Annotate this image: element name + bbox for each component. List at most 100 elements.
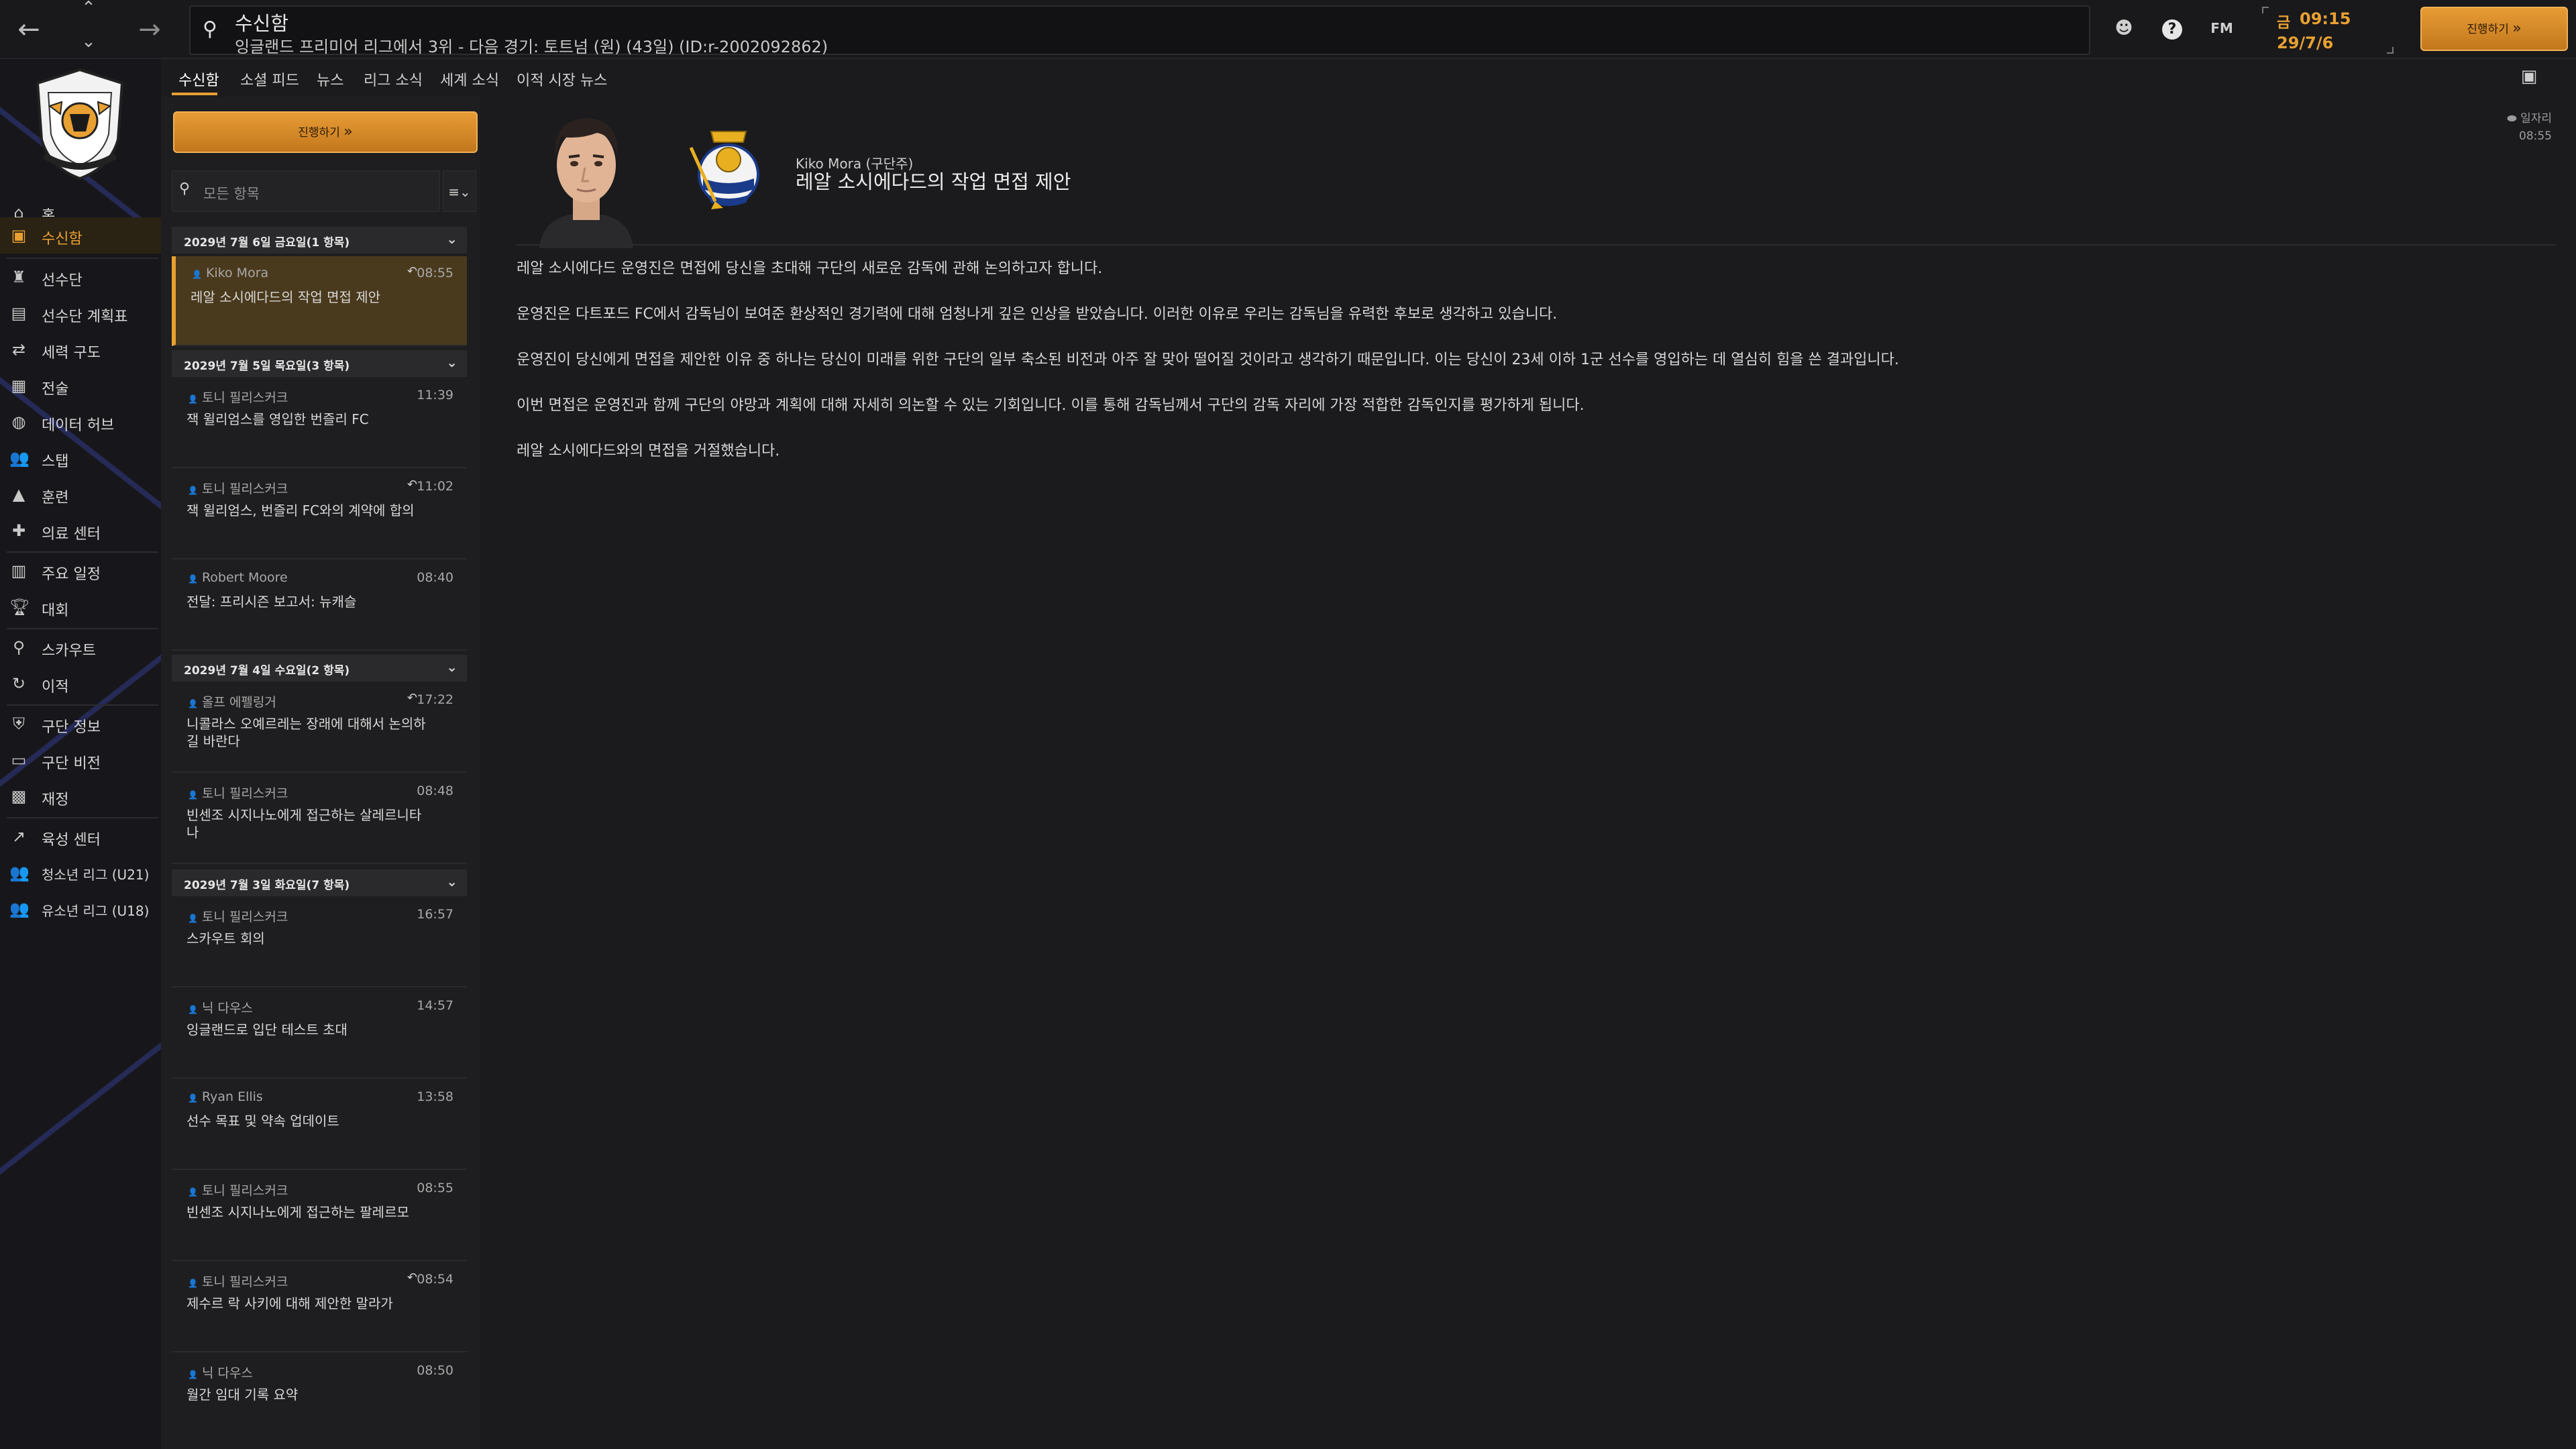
message-time: 11:02 bbox=[417, 479, 453, 494]
sidebar-item-inbox[interactable]: ▣ 수신함 bbox=[0, 217, 161, 254]
message-item[interactable]: 닉 다우스 08:50 월간 임대 기록 요약 bbox=[172, 1354, 467, 1444]
sidebar-item-label: 선수단 bbox=[42, 272, 83, 289]
mail-meta: ⬬ 일자리 08:55 bbox=[2507, 110, 2552, 145]
sidebar-item-label: 의료 센터 bbox=[42, 526, 101, 543]
message-sender: 토니 필리스커크 bbox=[188, 784, 288, 802]
continue-button[interactable]: 진행하기 » bbox=[2420, 7, 2568, 51]
message-time: 08:50 bbox=[417, 1363, 453, 1378]
filter-input[interactable]: ⚲ 모든 항목 bbox=[172, 170, 440, 212]
inbox-tabs: 수신함 소셜 피드 뉴스 리그 소식 세계 소식 이적 시장 뉴스 ▣ bbox=[161, 59, 2576, 97]
tab-transfer-news[interactable]: 이적 시장 뉴스 bbox=[517, 68, 607, 90]
reply-icon: ↶ bbox=[407, 264, 417, 278]
date-group-header[interactable]: 2029년 7월 4일 수요일(2 항목) ⌄ bbox=[172, 655, 467, 682]
message-item[interactable]: 토니 필리스커크 08:48 빈센조 시지나노에게 접근하는 살레르니타나 bbox=[172, 774, 467, 864]
sidebar-item-schedule[interactable]: ▥ 주요 일정 bbox=[0, 553, 161, 589]
development-icon: ↗ bbox=[11, 827, 26, 846]
list-continue-button[interactable]: 진행하기 » bbox=[173, 111, 478, 153]
list-options-button[interactable]: ≡⌄ bbox=[443, 170, 476, 212]
message-item[interactable]: 토니 필리스커크 11:39 잭 윌리엄스를 영입한 번즐리 FC bbox=[172, 378, 467, 468]
sidebar-item-finances[interactable]: ▩ 재정 bbox=[0, 778, 161, 814]
sidebar-item-competitions[interactable]: 🏆︎ 대회 bbox=[0, 589, 161, 625]
double-chevron-icon: » bbox=[2512, 20, 2522, 37]
shield-icon: ⛨ bbox=[13, 714, 25, 733]
message-time: 13:58 bbox=[417, 1089, 453, 1104]
tab-world-news[interactable]: 세계 소식 bbox=[440, 68, 499, 90]
sidebar-item-transfers[interactable]: ↻ 이적 bbox=[0, 665, 161, 702]
manager-avatar-icon[interactable]: ☻ bbox=[2110, 15, 2137, 42]
title-search-box[interactable]: ⚲ 수신함 잉글랜드 프리미어 리그에서 3위 - 다음 경기: 토트넘 (원)… bbox=[189, 5, 2090, 56]
training-icon: ▲ bbox=[12, 485, 25, 504]
message-item[interactable]: Kiko Mora ↶ 08:55 레알 소시에다드의 작업 면접 제안 bbox=[172, 256, 467, 346]
fm-menu-button[interactable]: FM bbox=[2206, 15, 2238, 42]
hierarchy-icon: ⇄ bbox=[11, 340, 26, 359]
sidebar-item-data-hub[interactable]: ◍ 데이터 허브 bbox=[0, 404, 161, 440]
sidebar-item-club-info[interactable]: ⛨ 구단 정보 bbox=[0, 706, 161, 742]
sidebar-item-u18[interactable]: 👥 유소년 리그 (U18) bbox=[0, 891, 161, 927]
message-item[interactable]: 올프 에펠링거 ↶ 17:22 니콜라스 오예르레는 장래에 대해서 논의하길 … bbox=[172, 683, 467, 773]
message-sender: 올프 에펠링거 bbox=[188, 692, 276, 710]
message-subject: 월간 임대 기록 요약 bbox=[186, 1387, 299, 1403]
tab-inbox[interactable]: 수신함 bbox=[178, 68, 219, 90]
message-sender: Ryan Ellis bbox=[188, 1089, 263, 1104]
message-item[interactable]: 토니 필리스커크 ↶ 08:54 제수르 락 사키에 대해 제안한 말라가 bbox=[172, 1263, 467, 1352]
sidebar-item-label: 수신함 bbox=[42, 231, 83, 248]
sidebar-item-tactics[interactable]: ▦ 전술 bbox=[0, 368, 161, 404]
mail-paragraph: 운영진은 다트포드 FC에서 감독님이 보여준 환상적인 경기력에 대해 엄청나… bbox=[517, 306, 1558, 323]
tab-social-feed[interactable]: 소셜 피드 bbox=[240, 68, 299, 90]
page-title: 수신함 bbox=[235, 12, 289, 35]
date-group-header[interactable]: 2029년 7월 3일 화요일(7 항목) ⌄ bbox=[172, 869, 467, 896]
chevron-down-icon: ⌄ bbox=[446, 231, 458, 247]
sidebar-item-dynamics[interactable]: ⇄ 세력 구도 bbox=[0, 331, 161, 368]
continue-label: 진행하기 bbox=[298, 126, 340, 140]
day-label: 금 bbox=[2277, 15, 2291, 32]
reply-icon: ↶ bbox=[407, 691, 417, 705]
message-item[interactable]: 토니 필리스커크 16:57 스카우트 회의 bbox=[172, 898, 467, 987]
back-arrow-icon[interactable]: ← bbox=[12, 0, 46, 59]
club-crest-logo[interactable] bbox=[30, 67, 130, 181]
active-tab-indicator bbox=[172, 93, 217, 95]
chevron-down-icon: ⌄ bbox=[446, 873, 458, 890]
sidebar-item-label: 청소년 리그 (U21) bbox=[42, 867, 150, 883]
sidebar-item-squad-planner[interactable]: ▤ 선수단 계획표 bbox=[0, 295, 161, 331]
mail-paragraph: 이번 면접은 운영진과 함께 구단의 야망과 계획에 대해 자세히 의논할 수 … bbox=[517, 397, 1585, 414]
mail-category: 일자리 bbox=[2520, 112, 2552, 125]
message-item[interactable]: 토니 필리스커크 08:55 빈센조 시지나노에게 접근하는 팔레르모 bbox=[172, 1171, 467, 1261]
forward-arrow-icon[interactable]: → bbox=[133, 0, 166, 59]
date-group-header[interactable]: 2029년 7월 5일 목요일(3 항목) ⌄ bbox=[172, 350, 467, 377]
sender-portrait[interactable] bbox=[533, 103, 640, 248]
help-icon[interactable]: ? bbox=[2159, 15, 2186, 42]
sidebar-item-dev-centre[interactable]: ↗ 육성 센터 bbox=[0, 818, 161, 855]
message-subject: 잭 윌리엄스를 영입한 번즐리 FC bbox=[186, 411, 369, 427]
real-sociedad-crest-logo[interactable] bbox=[688, 127, 769, 228]
sidebar-item-label: 재정 bbox=[42, 792, 69, 808]
message-sender: 토니 필리스커크 bbox=[188, 388, 288, 406]
sidebar-item-label: 육성 센터 bbox=[42, 832, 101, 849]
corner-decoration bbox=[2262, 7, 2269, 13]
chevron-down-icon[interactable]: ⌄ bbox=[75, 20, 102, 63]
group-header-label: 2029년 7월 4일 수요일(2 항목) bbox=[184, 664, 350, 678]
sidebar-item-u21[interactable]: 👥 청소년 리그 (U21) bbox=[0, 855, 161, 891]
screen-layout-icon[interactable]: ▣ bbox=[2516, 63, 2542, 90]
sidebar-item-squad[interactable]: ♜ 선수단 bbox=[0, 259, 161, 295]
message-item[interactable]: Ryan Ellis 13:58 선수 목표 및 약속 업데이트 bbox=[172, 1080, 467, 1170]
reply-icon: ↶ bbox=[407, 1271, 417, 1285]
tab-league-news[interactable]: 리그 소식 bbox=[364, 68, 423, 90]
message-item[interactable]: Robert Moore 08:40 전달: 프리시즌 보고서: 뉴캐슬 bbox=[172, 561, 467, 651]
message-item[interactable]: 닉 다우스 14:57 잉글랜드로 입단 테스트 초대 bbox=[172, 989, 467, 1079]
message-item[interactable]: 토니 필리스커크 ↶ 11:02 잭 윌리엄스, 번즐리 FC와의 계약에 합의 bbox=[172, 470, 467, 559]
message-subject: 잭 윌리엄스, 번즐리 FC와의 계약에 합의 bbox=[186, 502, 415, 519]
message-subject: 빈센조 시지나노에게 접근하는 팔레르모 bbox=[186, 1204, 409, 1220]
date-group-header[interactable]: 2029년 7월 6일 금요일(1 항목) ⌄ bbox=[172, 227, 467, 254]
sidebar-item-club-vision[interactable]: ▭ 구단 비전 bbox=[0, 742, 161, 778]
message-sender: 토니 필리스커크 bbox=[188, 479, 288, 497]
sidebar-item-training[interactable]: ▲ 훈련 bbox=[0, 476, 161, 513]
sidebar-item-staff[interactable]: 👥 스탭 bbox=[0, 440, 161, 476]
message-subject: 전달: 프리시즌 보고서: 뉴캐슬 bbox=[186, 594, 357, 610]
mail-paragraph: 레알 소시에다드 운영진은 면접에 당신을 초대해 구단의 새로운 감독에 관해… bbox=[517, 260, 1103, 277]
message-time: 16:57 bbox=[417, 907, 453, 922]
sidebar-item-scouting[interactable]: ⚲ 스카우트 bbox=[0, 629, 161, 665]
sidebar-item-medical[interactable]: ✚ 의료 센터 bbox=[0, 513, 161, 549]
tab-news[interactable]: 뉴스 bbox=[317, 68, 343, 90]
date-time-display[interactable]: 금 09:15 29/7/6 bbox=[2262, 7, 2394, 54]
group-header-label: 2029년 7월 3일 화요일(7 항목) bbox=[184, 879, 350, 892]
